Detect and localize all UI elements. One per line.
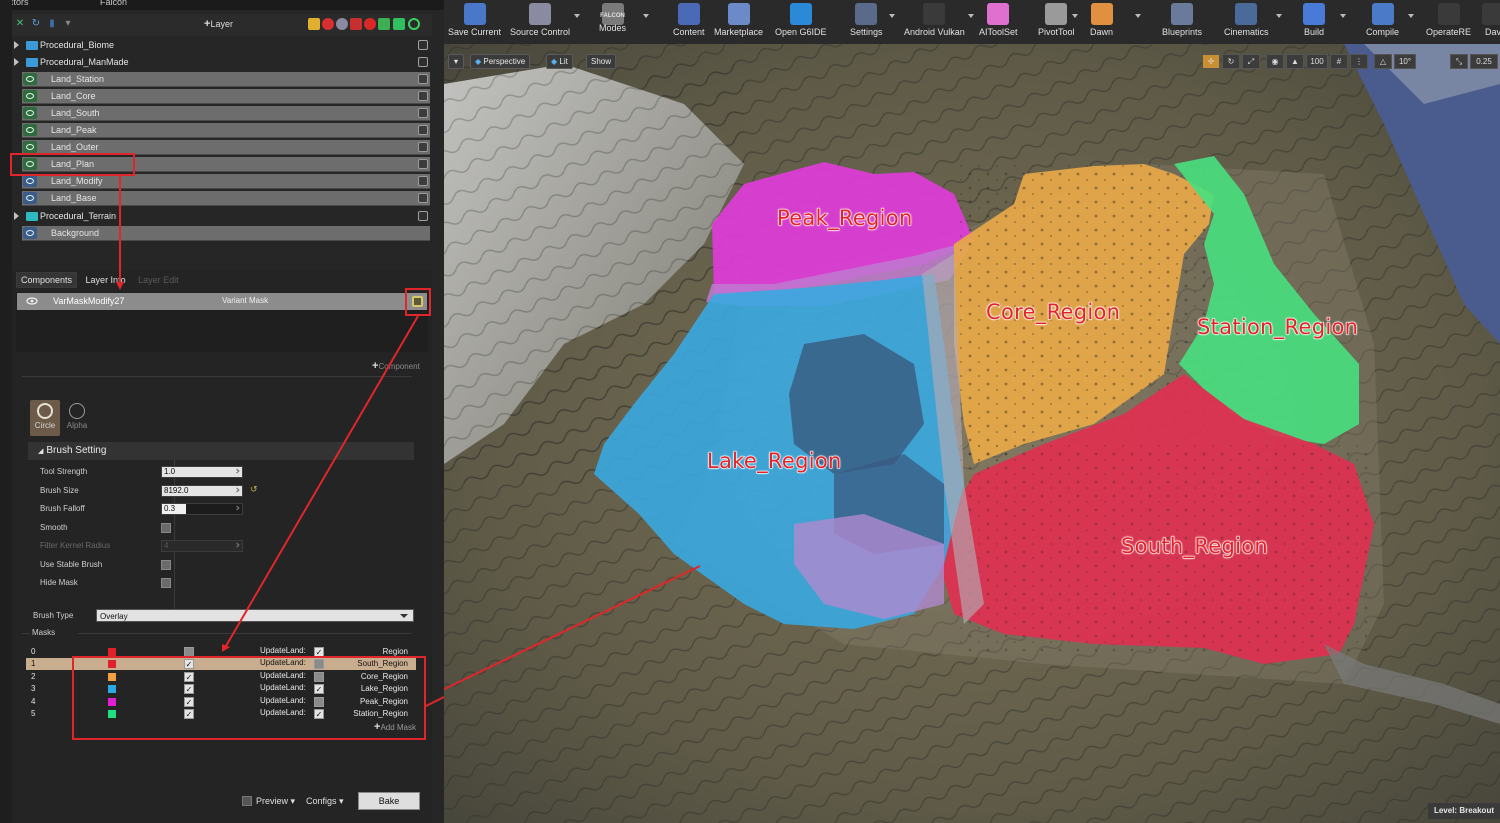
annotation-arrows [116, 176, 445, 707]
